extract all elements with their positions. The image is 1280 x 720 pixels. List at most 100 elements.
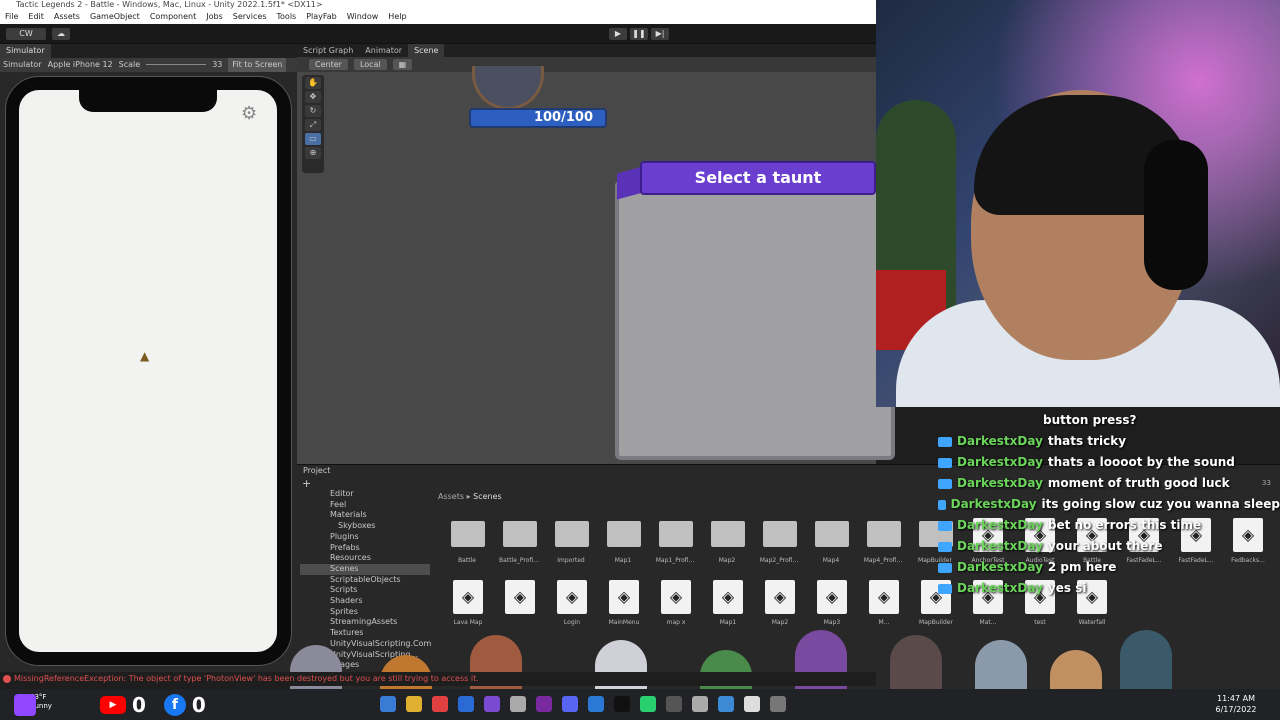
- tree-item-skyboxes[interactable]: Skyboxes: [300, 521, 430, 532]
- unity-scene-icon[interactable]: ◈: [765, 580, 795, 614]
- breadcrumb-scenes[interactable]: Scenes: [473, 492, 502, 501]
- gear-icon[interactable]: ⚙: [241, 103, 261, 124]
- tree-item-scenes[interactable]: Scenes: [300, 563, 430, 575]
- tiktok-icon[interactable]: [614, 696, 630, 712]
- menu-playfab[interactable]: PlayFab: [306, 10, 337, 24]
- step-button[interactable]: ▶|: [651, 28, 669, 40]
- menu-jobs[interactable]: Jobs: [206, 10, 223, 24]
- clock-time: 11:47 AM: [1217, 694, 1255, 703]
- scale-label: Scale: [118, 60, 141, 69]
- folder-map2-icon[interactable]: [711, 521, 745, 547]
- app-icon[interactable]: [640, 696, 656, 712]
- clock-date: 6/17/2022: [1215, 705, 1257, 714]
- menu-assets[interactable]: Assets: [54, 10, 80, 24]
- unity-scene-icon[interactable]: ◈: [505, 580, 535, 614]
- breadcrumb-assets[interactable]: Assets: [438, 492, 464, 501]
- fit-to-screen-button[interactable]: Fit to Screen: [228, 58, 287, 72]
- play-button[interactable]: ▶: [609, 28, 627, 40]
- chat-text: 2 pm here: [1047, 560, 1117, 574]
- scale-tool-icon[interactable]: ⤢: [305, 119, 321, 131]
- folder-icon[interactable]: [406, 696, 422, 712]
- unity-scene-icon[interactable]: ◈: [817, 580, 847, 614]
- unity-scene-icon[interactable]: ◈: [869, 580, 899, 614]
- app-icon[interactable]: [432, 696, 448, 712]
- console-error[interactable]: MissingReferenceException: The object of…: [0, 672, 876, 686]
- tab-simulator[interactable]: Simulator: [0, 44, 51, 58]
- move-tool-icon[interactable]: ✥: [305, 91, 321, 103]
- menu-window[interactable]: Window: [347, 10, 379, 24]
- scale-value[interactable]: 33: [212, 58, 222, 72]
- pause-button[interactable]: ❚❚: [630, 28, 648, 40]
- unity-scene-icon[interactable]: ◈: [557, 580, 587, 614]
- menu-gameobject[interactable]: GameObject: [90, 10, 140, 24]
- folder-map4-profile-icon[interactable]: [867, 521, 901, 547]
- unity-icon[interactable]: [510, 696, 526, 712]
- app-icon[interactable]: [484, 696, 500, 712]
- tree-item-feel[interactable]: Feel: [300, 500, 430, 511]
- menu-help[interactable]: Help: [388, 10, 406, 24]
- grid-snap-icon[interactable]: ▦: [392, 59, 413, 70]
- menu-tools[interactable]: Tools: [277, 10, 297, 24]
- scale-slider[interactable]: [146, 58, 207, 65]
- menu-component[interactable]: Component: [150, 10, 196, 24]
- folder-label: Battle: [458, 557, 476, 564]
- app-icon[interactable]: [666, 696, 682, 712]
- unity-icon[interactable]: [692, 696, 708, 712]
- taunt-title: Select a taunt: [640, 161, 876, 195]
- chat-badge-icon: [938, 437, 952, 447]
- tree-item-plugins[interactable]: Plugins: [300, 532, 430, 543]
- app-icon[interactable]: [718, 696, 734, 712]
- phone-screen[interactable]: [19, 90, 277, 652]
- chat-badge-icon: [938, 542, 952, 552]
- unity-scene-icon[interactable]: ◈: [609, 580, 639, 614]
- tree-item-prefabs[interactable]: Prefabs: [300, 543, 430, 554]
- folder-imported-icon[interactable]: [555, 521, 589, 547]
- chat-text: bet no errors this time: [1047, 518, 1202, 532]
- cloud-icon[interactable]: ☁: [52, 28, 70, 40]
- simulator-mode-dropdown[interactable]: Simulator: [3, 58, 42, 72]
- tree-item-materials[interactable]: Materials: [300, 510, 430, 521]
- tree-item-editor[interactable]: Editor: [300, 489, 430, 500]
- folder-battle-icon[interactable]: [451, 521, 485, 547]
- unity-scene-icon[interactable]: ◈: [661, 580, 691, 614]
- onenote-icon[interactable]: [536, 696, 552, 712]
- tab-project[interactable]: Project: [303, 466, 330, 475]
- tree-item-scriptableobjects[interactable]: ScriptableObjects: [300, 575, 430, 586]
- folder-label: Map4_Profi...: [863, 557, 903, 564]
- folder-map1-icon[interactable]: [607, 521, 641, 547]
- youtube-counter: ▶ 0: [100, 693, 146, 717]
- transform-tool-icon[interactable]: ⊕: [305, 147, 321, 159]
- app-icon[interactable]: [744, 696, 760, 712]
- menu-file[interactable]: File: [5, 10, 18, 24]
- chat-badge-icon: [938, 563, 952, 573]
- device-dropdown[interactable]: Apple iPhone 12: [48, 58, 113, 72]
- rotate-tool-icon[interactable]: ↻: [305, 105, 321, 117]
- unity-scene-icon[interactable]: ◈: [453, 580, 483, 614]
- menu-edit[interactable]: Edit: [28, 10, 44, 24]
- hand-tool-icon[interactable]: ✋: [305, 77, 321, 89]
- discord-icon[interactable]: [562, 696, 578, 712]
- system-clock[interactable]: 11:47 AM 6/17/2022: [1206, 693, 1266, 715]
- tree-item-scripts[interactable]: Scripts: [300, 585, 430, 596]
- space-dropdown[interactable]: Local: [353, 59, 387, 70]
- store-icon[interactable]: [458, 696, 474, 712]
- chat-username: DarkestxDay: [957, 560, 1043, 574]
- menu-services[interactable]: Services: [233, 10, 267, 24]
- rect-tool-icon[interactable]: ▭: [305, 133, 321, 145]
- app-icon[interactable]: [770, 696, 786, 712]
- account-button[interactable]: CW: [6, 28, 46, 40]
- chat-username: DarkestxDay: [950, 497, 1037, 511]
- tab-script-graph[interactable]: Script Graph: [297, 44, 359, 57]
- folder-map2-profile-icon[interactable]: [763, 521, 797, 547]
- folder-map1-profile-icon[interactable]: [659, 521, 693, 547]
- app-icon[interactable]: [588, 696, 604, 712]
- folder-battle-profile-icon[interactable]: [503, 521, 537, 547]
- tree-item-shaders[interactable]: Shaders: [300, 596, 430, 607]
- tab-scene[interactable]: Scene: [408, 44, 445, 57]
- pivot-dropdown[interactable]: Center: [309, 59, 348, 70]
- unity-scene-icon[interactable]: ◈: [713, 580, 743, 614]
- folder-map4-icon[interactable]: [815, 521, 849, 547]
- tab-animator[interactable]: Animator: [359, 44, 408, 57]
- tree-item-resources[interactable]: Resources: [300, 553, 430, 564]
- file-explorer-icon[interactable]: [380, 696, 396, 712]
